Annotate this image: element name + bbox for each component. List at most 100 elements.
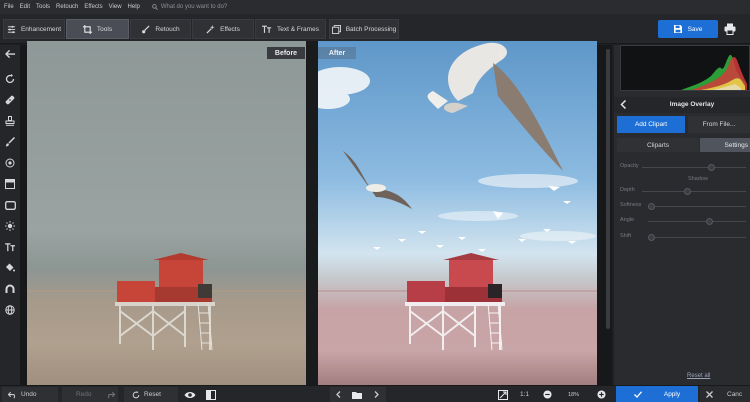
reset-button[interactable]: Reset: [132, 388, 161, 401]
tab-batch-processing[interactable]: Batch Processing: [329, 19, 399, 39]
panel-title: Image Overlay: [669, 101, 715, 108]
magic-wand-icon: [206, 24, 215, 34]
rotate-icon: [5, 74, 15, 84]
globe-tool[interactable]: [3, 303, 17, 317]
scrollbar-thumb[interactable]: [606, 49, 610, 329]
eye-icon: [184, 391, 196, 398]
menu-tools[interactable]: Tools: [36, 4, 50, 10]
opacity-slider[interactable]: Opacity: [620, 162, 750, 172]
redo-button[interactable]: Redo: [76, 388, 119, 401]
rotate-tool[interactable]: [3, 72, 17, 86]
menu-retouch[interactable]: Retouch: [56, 4, 78, 10]
cancel-button[interactable]: Canc: [700, 386, 750, 402]
tab-effects-label: Effects: [220, 25, 240, 33]
fill-tool[interactable]: [3, 261, 17, 275]
tab-tools[interactable]: Tools: [66, 19, 129, 39]
chevron-left-icon[interactable]: [620, 100, 627, 109]
sliders-icon: [7, 25, 16, 33]
prev-image-button[interactable]: [336, 388, 345, 401]
tab-effects[interactable]: Effects: [192, 19, 254, 39]
globe-icon: [5, 305, 15, 315]
zoom-1-1-button[interactable]: 1:1: [520, 388, 529, 401]
zoom-in-button[interactable]: [597, 388, 610, 401]
left-tool-bar: [0, 45, 20, 385]
after-image[interactable]: [318, 41, 597, 385]
stamp-tool[interactable]: [3, 114, 17, 128]
apply-button[interactable]: Apply: [616, 386, 698, 402]
text-icon: [4, 242, 15, 251]
back-tool[interactable]: [3, 47, 17, 61]
gradient-tool[interactable]: [3, 177, 17, 191]
zoom-out-button[interactable]: [543, 388, 556, 401]
redo-icon: [107, 391, 115, 399]
before-image[interactable]: [27, 41, 306, 385]
menu-view[interactable]: View: [109, 4, 122, 10]
softness-label: Softness: [620, 202, 642, 208]
shift-slider[interactable]: Shift: [620, 232, 750, 242]
histogram-graph: [681, 54, 747, 90]
tab-retouch-label: Retouch: [155, 25, 180, 33]
angle-slider[interactable]: Angle: [620, 216, 750, 226]
tab-settings[interactable]: Settings: [700, 138, 750, 152]
tab-batch-processing-label: Batch Processing: [345, 25, 397, 33]
tab-text-frames[interactable]: Text & Frames: [255, 19, 326, 39]
tab-enhancement[interactable]: Enhancement: [3, 19, 65, 39]
main-toolbar: Enhancement Tools Retouch Effects Text &…: [0, 14, 750, 44]
depth-knob[interactable]: [684, 188, 691, 195]
softness-knob[interactable]: [648, 203, 655, 210]
apply-label: Apply: [663, 390, 681, 398]
healing-tool[interactable]: [3, 93, 17, 107]
depth-slider[interactable]: Depth: [620, 186, 750, 196]
split-view-icon: [206, 389, 216, 400]
close-icon: [706, 390, 713, 398]
menu-edit[interactable]: Edit: [20, 4, 30, 10]
undo-button[interactable]: Undo: [8, 388, 37, 401]
shift-knob[interactable]: [648, 234, 655, 241]
undo-label: Undo: [21, 391, 37, 398]
preview-toggle[interactable]: [184, 388, 200, 401]
search-placeholder: What do you want to do?: [160, 4, 228, 10]
redo-label: Redo: [76, 391, 92, 398]
gradient-icon: [5, 179, 15, 189]
menu-effects[interactable]: Effects: [84, 4, 102, 10]
red-eye-tool[interactable]: [3, 156, 17, 170]
browse-folder-button[interactable]: [352, 388, 366, 401]
before-label: Before: [267, 47, 305, 59]
check-icon: [633, 390, 642, 398]
softness-slider[interactable]: Softness: [620, 201, 750, 211]
arrow-left-icon: [4, 49, 15, 59]
opacity-knob[interactable]: [708, 164, 715, 171]
tab-retouch[interactable]: Retouch: [130, 19, 191, 39]
brush-tool[interactable]: [3, 135, 17, 149]
text-tool[interactable]: [3, 240, 17, 254]
angle-knob[interactable]: [706, 218, 713, 225]
shift-track: [648, 237, 746, 238]
fit-screen-icon: [498, 389, 508, 400]
vertical-scrollbar[interactable]: [604, 45, 612, 385]
menu-help[interactable]: Help: [128, 4, 140, 10]
paint-bucket-icon: [6, 263, 15, 272]
zoom-level: 18%: [568, 391, 580, 398]
from-file-button[interactable]: From File...: [688, 116, 750, 133]
fit-to-screen-button[interactable]: [498, 388, 512, 401]
save-button[interactable]: Save: [658, 20, 718, 38]
brush-icon: [142, 24, 150, 33]
compare-divider[interactable]: [306, 41, 318, 385]
shadow-label: Shadow: [688, 176, 708, 182]
reset-all-link[interactable]: Reset all: [687, 373, 710, 379]
next-image-button[interactable]: [374, 388, 383, 401]
search-box[interactable]: What do you want to do?: [152, 4, 227, 10]
print-button[interactable]: [724, 23, 738, 37]
angle-label: Angle: [620, 217, 635, 223]
depth-track: [642, 191, 746, 192]
frame-tool[interactable]: [3, 198, 17, 212]
tilt-shift-tool[interactable]: [3, 282, 17, 296]
tab-text-frames-label: Text & Frames: [277, 25, 319, 33]
compare-toggle[interactable]: [206, 388, 220, 401]
tab-cliparts[interactable]: Cliparts: [617, 138, 699, 152]
text-icon: [262, 25, 272, 33]
opacity-track: [642, 167, 746, 168]
menu-file[interactable]: File: [4, 4, 14, 10]
light-tool[interactable]: [3, 219, 17, 233]
add-clipart-button[interactable]: Add Clipart: [617, 116, 685, 133]
